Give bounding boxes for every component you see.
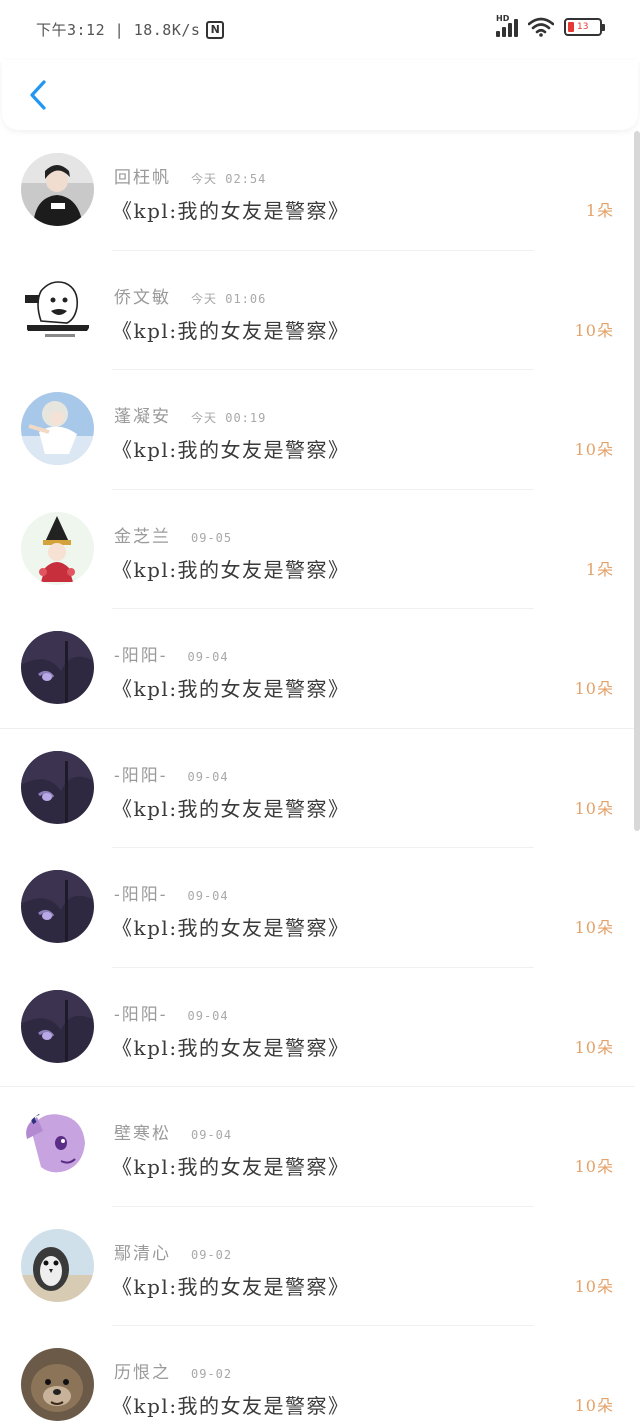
avatar[interactable] [21,989,94,1063]
list-item[interactable]: -阳阳- 09-04 《kpl:我的女友是警察》 10朵 [0,968,634,1087]
book-title: 《kpl:我的女友是警察》 [112,1394,350,1418]
list-item[interactable]: -阳阳- 09-04 《kpl:我的女友是警察》 10朵 [0,609,634,729]
battery-icon: 13 [564,18,605,36]
user-name: -阳阳- [114,646,168,666]
gift-list: 回枉帆 今天 02:54 《kpl:我的女友是警察》 1朵 侨文敏 今天 01:… [0,131,634,1423]
chevron-left-icon[interactable] [24,78,52,112]
avatar[interactable] [21,631,94,704]
gift-time: 今天 00:19 [191,411,267,425]
user-line: -阳阳- 09-04 [114,761,229,786]
gift-time: 09-04 [191,1128,233,1142]
avatar[interactable] [21,511,94,585]
signal-icon: HD [496,14,518,37]
avatar[interactable] [21,1348,94,1421]
gift-time: 今天 02:54 [191,172,267,186]
gift-time: 09-05 [191,530,233,545]
avatar[interactable] [21,153,94,226]
user-name: -阳阳- [114,1004,168,1025]
user-name: 壁寒松 [114,1124,171,1144]
book-title: 《kpl:我的女友是警察》 [112,1035,350,1060]
user-line: -阳阳- 09-04 [114,880,229,905]
flower-count: 10朵 [574,440,614,459]
flower-count: 10朵 [574,1037,614,1057]
user-line: -阳阳- 09-04 [114,641,229,666]
flower-count: 10朵 [574,1157,614,1176]
flower-count: 10朵 [574,679,614,698]
list-item[interactable]: -阳阳- 09-04 《kpl:我的女友是警察》 10朵 [0,848,634,968]
avatar[interactable] [21,1228,94,1302]
gift-time: 09-04 [187,650,229,664]
nav-bar [2,60,638,130]
user-name: 侨文敏 [114,287,171,308]
gift-time: 09-04 [187,769,229,784]
user-line: -阳阳- 09-04 [114,1000,229,1025]
user-line: 蓬凝安 今天 00:19 [114,402,266,427]
list-item[interactable]: 鄢清心 09-02 《kpl:我的女友是警察》 10朵 [0,1207,634,1326]
status-indicators: HD 13 [496,14,605,37]
gift-time: 09-02 [191,1247,233,1262]
nfc-icon: N [206,20,225,39]
list-item[interactable]: 金芝兰 09-05 《kpl:我的女友是警察》 1朵 [0,490,634,609]
flower-count: 1朵 [585,559,614,579]
avatar[interactable] [21,870,94,943]
user-line: 壁寒松 09-04 [114,1119,232,1144]
user-name: -阳阳- [114,885,168,905]
flower-count: 10朵 [574,1396,614,1415]
user-name: 历恨之 [114,1363,171,1383]
list-item[interactable]: 回枉帆 今天 02:54 《kpl:我的女友是警察》 1朵 [0,131,634,251]
flower-count: 10朵 [574,918,614,937]
user-line: 金芝兰 09-05 [114,522,232,547]
user-name: 鄢清心 [114,1243,171,1264]
book-title: 《kpl:我的女友是警察》 [112,796,350,821]
wifi-icon [528,17,554,37]
list-item[interactable]: 壁寒松 09-04 《kpl:我的女友是警察》 10朵 [0,1087,634,1207]
user-name: 回枉帆 [114,168,171,188]
gift-time: 09-02 [191,1367,233,1381]
flower-count: 10朵 [574,320,614,340]
avatar[interactable] [21,392,94,465]
avatar[interactable] [21,1109,94,1182]
network-type-label: HD [496,14,510,23]
status-time-speed: 下午3:12 | 18.8K/s N [36,19,225,40]
book-title: 《kpl:我的女友是警察》 [112,916,350,940]
user-line: 侨文敏 今天 01:06 [114,283,266,308]
flower-count: 10朵 [574,798,614,818]
book-title: 《kpl:我的女友是警察》 [112,438,350,462]
book-title: 《kpl:我的女友是警察》 [112,318,350,343]
user-name: -阳阳- [114,765,168,786]
status-time-speed-text: 下午3:12 | 18.8K/s [36,21,201,39]
book-title: 《kpl:我的女友是警察》 [112,1155,350,1179]
scrollbar[interactable] [634,131,640,831]
user-name: 金芝兰 [114,526,171,547]
user-name: 蓬凝安 [114,407,171,427]
book-title: 《kpl:我的女友是警察》 [112,199,350,223]
list-item[interactable]: 侨文敏 今天 01:06 《kpl:我的女友是警察》 10朵 [0,251,634,370]
battery-percent: 13 [577,22,589,32]
book-title: 《kpl:我的女友是警察》 [112,557,350,582]
user-line: 回枉帆 今天 02:54 [114,163,266,188]
user-line: 鄢清心 09-02 [114,1239,232,1264]
status-bar: 下午3:12 | 18.8K/s N HD 13 [0,0,640,60]
list-item[interactable]: 蓬凝安 今天 00:19 《kpl:我的女友是警察》 10朵 [0,370,634,490]
user-line: 历恨之 09-02 [114,1358,232,1383]
book-title: 《kpl:我的女友是警察》 [112,1274,350,1299]
gift-time: 09-04 [187,889,229,903]
avatar[interactable] [21,272,94,346]
gift-time: 09-04 [187,1008,229,1023]
flower-count: 10朵 [574,1276,614,1296]
list-item[interactable]: -阳阳- 09-04 《kpl:我的女友是警察》 10朵 [0,729,634,848]
list-item[interactable]: 历恨之 09-02 《kpl:我的女友是警察》 10朵 [0,1326,634,1423]
avatar[interactable] [21,750,94,824]
gift-time: 今天 01:06 [191,291,267,306]
book-title: 《kpl:我的女友是警察》 [112,677,350,701]
flower-count: 1朵 [585,201,614,220]
